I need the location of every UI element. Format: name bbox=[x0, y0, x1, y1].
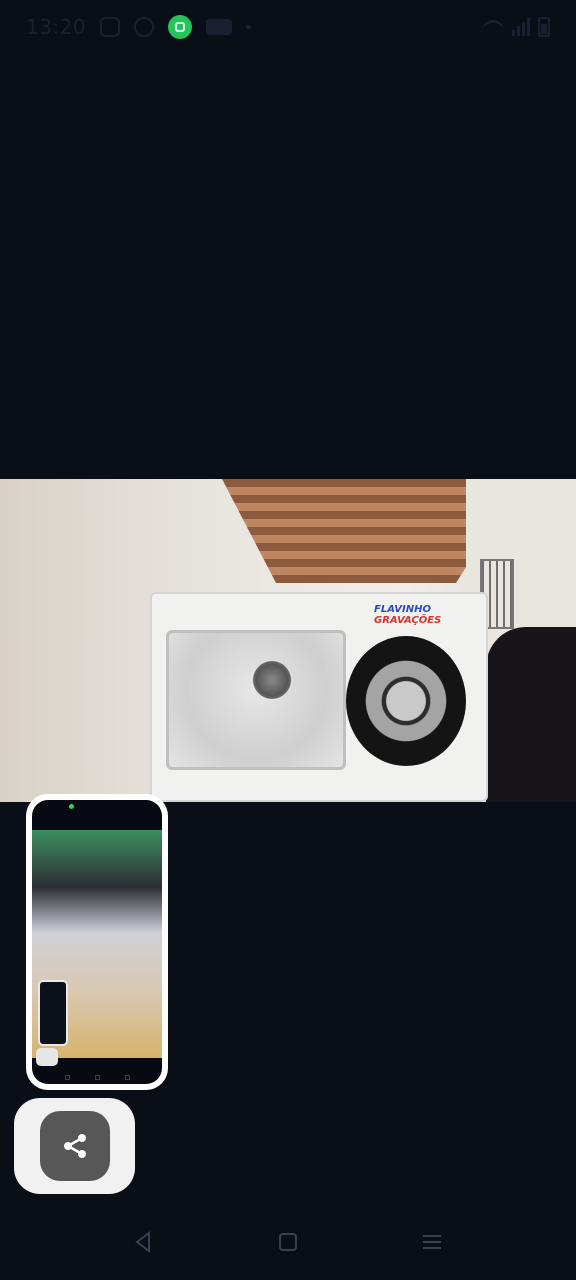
thumbnail-nav-bar bbox=[32, 1075, 162, 1080]
whatsapp-icon bbox=[134, 17, 155, 37]
nav-home-button[interactable] bbox=[266, 1220, 310, 1264]
horn-driver bbox=[166, 630, 346, 770]
share-button[interactable] bbox=[39, 1111, 110, 1181]
share-icon bbox=[63, 1134, 86, 1158]
recents-icon bbox=[423, 1235, 441, 1249]
status-right bbox=[482, 17, 550, 37]
nav-recents-button[interactable] bbox=[410, 1220, 454, 1264]
status-bar: 13:20 bbox=[0, 0, 576, 54]
back-icon bbox=[135, 1231, 150, 1253]
clock: 13:20 bbox=[26, 15, 87, 39]
wifi-icon bbox=[482, 20, 504, 34]
speaker-logo: FLAVINHO GRAVAÇÕES bbox=[374, 604, 464, 628]
horn-core bbox=[253, 661, 291, 699]
nav-back-button[interactable] bbox=[122, 1220, 166, 1264]
video-icon bbox=[206, 19, 233, 35]
thumbnail-nested-preview bbox=[38, 980, 68, 1046]
logo-line2: GRAVAÇÕES bbox=[374, 615, 442, 626]
battery-icon bbox=[538, 17, 550, 37]
car-edge bbox=[486, 627, 576, 802]
photo-viewer-image: FLAVINHO GRAVAÇÕES bbox=[0, 479, 576, 802]
app-badge-icon bbox=[168, 15, 193, 39]
system-nav-bar bbox=[0, 1210, 576, 1274]
thumbnail-share-icon bbox=[36, 1048, 58, 1066]
more-dot-icon bbox=[246, 24, 252, 30]
home-icon bbox=[279, 1233, 297, 1251]
instagram-icon bbox=[100, 17, 121, 37]
signal-icon bbox=[512, 18, 530, 36]
status-left: 13:20 bbox=[26, 15, 252, 39]
share-panel bbox=[14, 1098, 135, 1194]
logo-line1: FLAVINHO bbox=[374, 604, 431, 615]
thumbnail-image bbox=[32, 830, 162, 1066]
thumbnail-indicator bbox=[69, 804, 74, 809]
speaker-box: FLAVINHO GRAVAÇÕES bbox=[150, 592, 488, 802]
screenshot-thumbnail[interactable] bbox=[26, 794, 168, 1090]
thumbnail-screen bbox=[32, 800, 162, 1084]
tweeter bbox=[346, 636, 466, 766]
